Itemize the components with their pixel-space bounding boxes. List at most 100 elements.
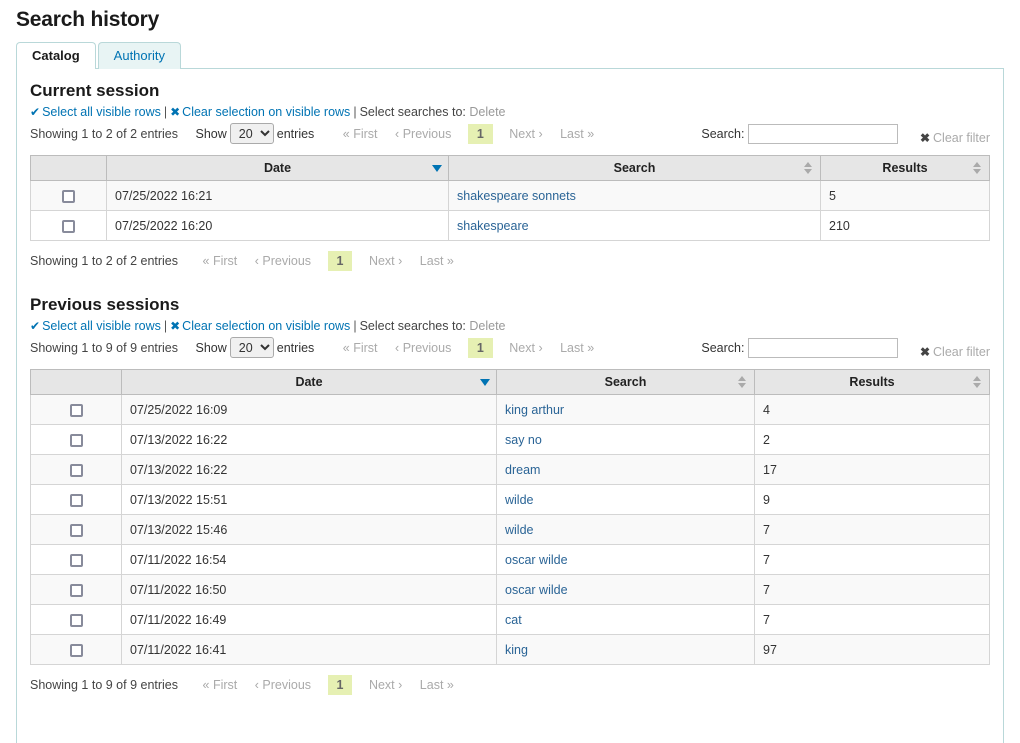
table-row[interactable]: 07/13/2022 16:22 say no 2 bbox=[31, 425, 990, 455]
cell-results: 2 bbox=[755, 425, 990, 455]
row-checkbox[interactable] bbox=[70, 644, 83, 657]
search-term-link[interactable]: king arthur bbox=[505, 403, 564, 417]
cell-date: 07/13/2022 15:51 bbox=[122, 485, 497, 515]
search-term-link[interactable]: oscar wilde bbox=[505, 583, 568, 597]
table-row[interactable]: 07/25/2022 16:21 shakespeare sonnets 5 bbox=[31, 181, 990, 211]
tab-authority[interactable]: Authority bbox=[98, 42, 181, 69]
table-row[interactable]: 07/25/2022 16:09 king arthur 4 bbox=[31, 395, 990, 425]
table-head-previous: Date Search Results bbox=[31, 370, 990, 395]
row-checkbox[interactable] bbox=[70, 404, 83, 417]
search-term-link[interactable]: dream bbox=[505, 463, 540, 477]
search-term-link[interactable]: wilde bbox=[505, 523, 534, 537]
check-icon: ✔ bbox=[30, 105, 42, 119]
pagination-page-1-bottom-current[interactable]: 1 bbox=[328, 251, 353, 271]
row-select-cell[interactable] bbox=[31, 455, 122, 485]
row-select-cell[interactable] bbox=[31, 515, 122, 545]
pagination-previous-bottom-current[interactable]: ‹ Previous bbox=[248, 252, 318, 270]
pagination-next-previous[interactable]: Next › bbox=[502, 339, 549, 357]
sort-indicator-icon bbox=[973, 162, 982, 174]
select-all-visible-rows-link-current[interactable]: Select all visible rows bbox=[42, 105, 161, 119]
row-select-cell[interactable] bbox=[31, 635, 122, 665]
search-input-current[interactable] bbox=[748, 124, 898, 144]
row-checkbox[interactable] bbox=[62, 190, 75, 203]
clear-selection-link-previous[interactable]: Clear selection on visible rows bbox=[182, 319, 350, 333]
row-checkbox[interactable] bbox=[70, 524, 83, 537]
pagination-page-1-previous[interactable]: 1 bbox=[468, 338, 493, 358]
row-checkbox[interactable] bbox=[70, 584, 83, 597]
delete-action-current[interactable]: Delete bbox=[469, 105, 505, 119]
pagination-page-1-current[interactable]: 1 bbox=[468, 124, 493, 144]
table-row[interactable]: 07/25/2022 16:20 shakespeare 210 bbox=[31, 211, 990, 241]
table-row[interactable]: 07/13/2022 16:22 dream 17 bbox=[31, 455, 990, 485]
column-header-date-current[interactable]: Date bbox=[107, 156, 449, 181]
page-length-select-previous[interactable]: 20 bbox=[230, 337, 274, 358]
pagination-previous-previous[interactable]: ‹ Previous bbox=[388, 339, 458, 357]
clear-selection-link-current[interactable]: Clear selection on visible rows bbox=[182, 105, 350, 119]
cell-date: 07/11/2022 16:50 bbox=[122, 575, 497, 605]
search-term-link[interactable]: shakespeare bbox=[457, 219, 529, 233]
row-checkbox[interactable] bbox=[70, 464, 83, 477]
row-select-cell[interactable] bbox=[31, 575, 122, 605]
row-checkbox[interactable] bbox=[70, 434, 83, 447]
table-row[interactable]: 07/13/2022 15:51 wilde 9 bbox=[31, 485, 990, 515]
pagination-last-bottom-previous[interactable]: Last » bbox=[413, 676, 461, 694]
search-term-link[interactable]: king bbox=[505, 643, 528, 657]
sort-indicator-icon bbox=[738, 376, 747, 388]
row-checkbox[interactable] bbox=[62, 220, 75, 233]
pagination-first-bottom-previous[interactable]: « First bbox=[196, 676, 245, 694]
column-header-select-current[interactable] bbox=[31, 156, 107, 181]
row-select-cell[interactable] bbox=[31, 395, 122, 425]
column-header-search-current[interactable]: Search bbox=[449, 156, 821, 181]
pagination-next-bottom-previous[interactable]: Next › bbox=[362, 676, 409, 694]
search-term-link[interactable]: oscar wilde bbox=[505, 553, 568, 567]
pagination-next-bottom-current[interactable]: Next › bbox=[362, 252, 409, 270]
pagination-next-current[interactable]: Next › bbox=[502, 125, 549, 143]
cell-results: 7 bbox=[755, 605, 990, 635]
column-header-select-previous[interactable] bbox=[31, 370, 122, 395]
search-term-link[interactable]: cat bbox=[505, 613, 522, 627]
table-row[interactable]: 07/11/2022 16:54 oscar wilde 7 bbox=[31, 545, 990, 575]
row-checkbox[interactable] bbox=[70, 614, 83, 627]
pagination-first-bottom-current[interactable]: « First bbox=[196, 252, 245, 270]
clear-filter-button-previous[interactable]: ✖Clear filter bbox=[920, 345, 990, 359]
pagination-last-current[interactable]: Last » bbox=[553, 125, 601, 143]
cell-results: 5 bbox=[821, 181, 990, 211]
cell-results: 7 bbox=[755, 545, 990, 575]
pagination-previous-bottom-previous[interactable]: ‹ Previous bbox=[248, 676, 318, 694]
table-row[interactable]: 07/11/2022 16:50 oscar wilde 7 bbox=[31, 575, 990, 605]
separator: | bbox=[350, 105, 359, 119]
row-checkbox[interactable] bbox=[70, 554, 83, 567]
search-term-link[interactable]: say no bbox=[505, 433, 542, 447]
table-row[interactable]: 07/11/2022 16:41 king 97 bbox=[31, 635, 990, 665]
pagination-first-previous[interactable]: « First bbox=[336, 339, 385, 357]
pagination-previous-current[interactable]: ‹ Previous bbox=[388, 125, 458, 143]
datatable-bottom-current: Showing 1 to 2 of 2 entries « First ‹ Pr… bbox=[30, 241, 990, 271]
pagination-first-current[interactable]: « First bbox=[336, 125, 385, 143]
row-checkbox[interactable] bbox=[70, 494, 83, 507]
row-select-cell[interactable] bbox=[31, 545, 122, 575]
row-select-cell[interactable] bbox=[31, 425, 122, 455]
column-header-results-current[interactable]: Results bbox=[821, 156, 990, 181]
pagination-last-bottom-current[interactable]: Last » bbox=[413, 252, 461, 270]
row-select-cell[interactable] bbox=[31, 181, 107, 211]
search-term-link[interactable]: shakespeare sonnets bbox=[457, 189, 576, 203]
cross-icon: ✖ bbox=[170, 319, 182, 333]
table-row[interactable]: 07/13/2022 15:46 wilde 7 bbox=[31, 515, 990, 545]
row-select-cell[interactable] bbox=[31, 605, 122, 635]
pagination-last-previous[interactable]: Last » bbox=[553, 339, 601, 357]
row-select-cell[interactable] bbox=[31, 211, 107, 241]
page-length-select-current[interactable]: 20 bbox=[230, 123, 274, 144]
tab-catalog[interactable]: Catalog bbox=[16, 42, 96, 69]
clear-filter-button-current[interactable]: ✖Clear filter bbox=[920, 131, 990, 145]
select-all-visible-rows-link-previous[interactable]: Select all visible rows bbox=[42, 319, 161, 333]
column-header-search-previous[interactable]: Search bbox=[497, 370, 755, 395]
column-header-results-previous[interactable]: Results bbox=[755, 370, 990, 395]
pagination-page-1-bottom-previous[interactable]: 1 bbox=[328, 675, 353, 695]
column-header-date-previous[interactable]: Date bbox=[122, 370, 497, 395]
delete-action-previous[interactable]: Delete bbox=[469, 319, 505, 333]
table-row[interactable]: 07/11/2022 16:49 cat 7 bbox=[31, 605, 990, 635]
row-select-cell[interactable] bbox=[31, 485, 122, 515]
search-input-previous[interactable] bbox=[748, 338, 898, 358]
select-searches-to-label-previous: Select searches to: bbox=[360, 319, 466, 333]
search-term-link[interactable]: wilde bbox=[505, 493, 534, 507]
